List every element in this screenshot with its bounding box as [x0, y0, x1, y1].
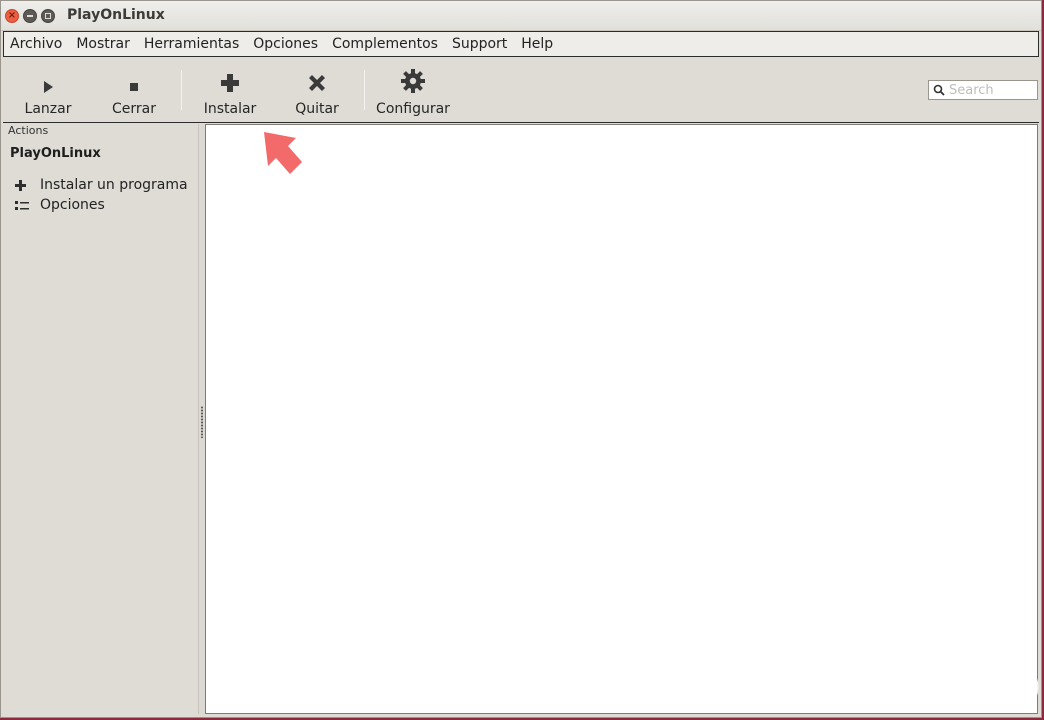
window-title: PlayOnLinux	[67, 7, 165, 23]
close-icon: ×	[7, 10, 17, 21]
sidebar-item-instalar-programa[interactable]: Instalar un programa	[3, 175, 198, 195]
toolbar-separator	[364, 70, 365, 110]
lanzar-label: Lanzar	[24, 101, 72, 117]
remove-x-icon	[306, 64, 328, 94]
toolbar-separator	[181, 70, 182, 110]
menu-opciones[interactable]: Opciones	[253, 34, 318, 54]
maximize-icon	[45, 13, 51, 19]
quitar-label: Quitar	[295, 101, 339, 117]
stop-icon	[128, 64, 140, 94]
splitter-grip[interactable]	[201, 406, 203, 438]
lanzar-button[interactable]: Lanzar	[23, 58, 73, 122]
search-input[interactable]	[949, 82, 1035, 98]
configurar-button[interactable]: Configurar	[373, 58, 453, 122]
playonlinux-window: × PlayOnLinux Archivo Mostrar Herramient…	[0, 0, 1042, 718]
sidebar-item-label: Opciones	[40, 197, 105, 213]
sidebar-header: Actions	[8, 124, 49, 137]
toolbar: Lanzar Cerrar Instalar Quitar Configurar…	[3, 58, 1039, 123]
search-icon	[929, 84, 949, 96]
options-list-icon	[15, 200, 40, 211]
search-box[interactable]	[928, 80, 1038, 100]
minimize-icon	[27, 15, 33, 17]
watermark-logo-icon	[991, 663, 1039, 711]
sidebar-item-label: Instalar un programa	[40, 177, 188, 193]
sidebar-section-title: PlayOnLinux	[10, 146, 101, 161]
sidebar-item-opciones[interactable]: Opciones	[3, 195, 198, 215]
pane-splitter[interactable]	[198, 124, 205, 714]
applications-list-area[interactable]	[205, 124, 1038, 714]
maximize-window-button[interactable]	[41, 9, 55, 23]
menu-herramientas[interactable]: Herramientas	[144, 34, 239, 54]
configurar-label: Configurar	[376, 101, 450, 117]
instalar-label: Instalar	[203, 101, 257, 117]
instalar-button[interactable]: Instalar	[201, 58, 259, 122]
actions-sidebar: Actions PlayOnLinux Instalar un programa…	[3, 124, 198, 714]
cerrar-button[interactable]: Cerrar	[109, 58, 159, 122]
cerrar-label: Cerrar	[112, 101, 156, 117]
menu-bar: Archivo Mostrar Herramientas Opciones Co…	[3, 31, 1039, 57]
menu-archivo[interactable]: Archivo	[10, 34, 62, 54]
minimize-window-button[interactable]	[23, 9, 37, 23]
annotation-arrow-icon	[264, 132, 302, 174]
quitar-button[interactable]: Quitar	[289, 58, 345, 122]
gear-icon	[400, 64, 426, 94]
plus-icon	[219, 64, 241, 94]
menu-complementos[interactable]: Complementos	[332, 34, 438, 54]
close-window-button[interactable]: ×	[5, 9, 19, 23]
menu-help[interactable]: Help	[521, 34, 553, 54]
plus-icon	[15, 179, 40, 191]
menu-mostrar[interactable]: Mostrar	[76, 34, 130, 54]
title-bar: × PlayOnLinux	[1, 1, 1041, 31]
sidebar-actions-list: Instalar un programa Opciones	[3, 175, 198, 215]
menu-support[interactable]: Support	[452, 34, 507, 54]
play-icon	[42, 64, 54, 94]
